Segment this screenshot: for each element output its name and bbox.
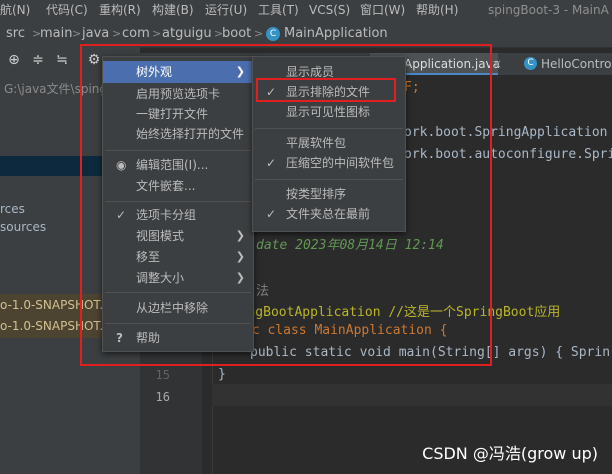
code-line: } xyxy=(218,367,226,382)
line-number: 15 xyxy=(155,368,170,382)
crumb-src[interactable]: src xyxy=(6,22,25,47)
menu-code[interactable]: 代码(C) xyxy=(46,0,88,22)
menu-build[interactable]: 构建(B) xyxy=(152,0,194,22)
tree-row[interactable]: rces xyxy=(0,202,25,216)
line-number: 16 xyxy=(155,390,170,404)
collapse-icon[interactable]: ≑ xyxy=(28,49,48,71)
close-icon[interactable]: × xyxy=(492,53,502,75)
menu-refactor[interactable]: 重构(R) xyxy=(99,0,141,22)
class-icon: C xyxy=(266,27,280,41)
annotation-box-excluded-files xyxy=(256,78,396,102)
menu-help[interactable]: 帮助(H) xyxy=(416,0,458,22)
menu-navigate[interactable]: 航(N) xyxy=(0,0,30,22)
class-icon: C xyxy=(524,57,537,70)
expand-icon[interactable]: ≒ xyxy=(52,49,72,71)
tab-hellocontroller[interactable]: HelloContro xyxy=(541,53,611,75)
current-line-highlight xyxy=(212,384,612,406)
window-title: spingBoot-3 - MainA xyxy=(488,3,609,17)
crumb-main[interactable]: main xyxy=(40,22,72,47)
watermark: CSDN @冯浩(grow up) xyxy=(422,444,598,463)
menu-tools[interactable]: 工具(T) xyxy=(258,0,299,22)
crosshair-icon[interactable]: ⊕ xyxy=(4,49,24,71)
tree-row[interactable]: sources xyxy=(0,220,46,234)
menu-vcs[interactable]: VCS(S) xyxy=(309,0,350,22)
menu-window[interactable]: 窗口(W) xyxy=(360,0,405,22)
menu-run[interactable]: 运行(U) xyxy=(205,0,247,22)
menu-bar: 航(N) 代码(C) 重构(R) 构建(B) 运行(U) 工具(T) VCS(S… xyxy=(0,0,612,22)
